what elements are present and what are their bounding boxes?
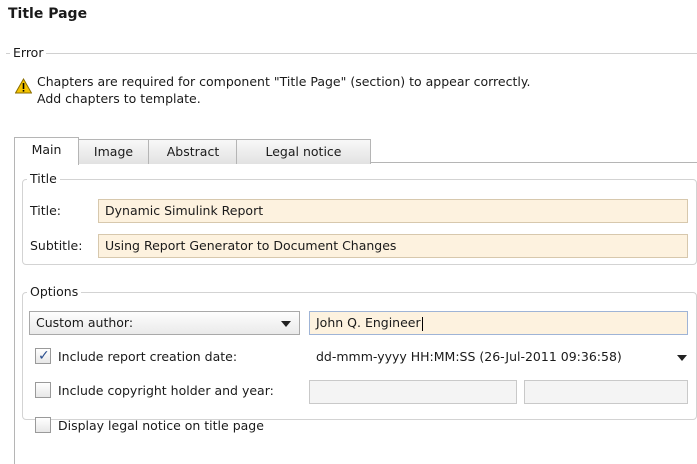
- tab-abstract[interactable]: Abstract: [148, 139, 238, 164]
- warning-icon: [15, 78, 32, 94]
- page-title: Title Page: [8, 6, 88, 22]
- legal-notice-label: Display legal notice on title page: [58, 418, 264, 433]
- include-date-label: Include report creation date:: [58, 349, 238, 364]
- subtitle-label: Subtitle:: [30, 238, 83, 253]
- error-message: Chapters are required for component "Tit…: [37, 73, 530, 107]
- title-legend: Title: [27, 171, 60, 186]
- author-select[interactable]: Custom author:: [29, 311, 300, 335]
- options-legend: Options: [27, 284, 82, 299]
- error-legend: Error: [10, 45, 47, 60]
- author-input[interactable]: John Q. Engineer: [309, 311, 688, 335]
- error-line-2: Add chapters to template.: [37, 91, 201, 106]
- include-date-checkbox[interactable]: ✓: [35, 348, 51, 364]
- legal-notice-checkbox[interactable]: [35, 417, 51, 433]
- chevron-down-icon: [677, 355, 687, 361]
- date-format-value: dd-mmm-yyyy HH:MM:SS (26-Jul-2011 09:36:…: [316, 349, 622, 364]
- tab-main[interactable]: Main: [14, 137, 79, 165]
- copyright-label: Include copyright holder and year:: [58, 383, 274, 398]
- copyright-checkbox[interactable]: [35, 382, 51, 398]
- subtitle-input[interactable]: Using Report Generator to Document Chang…: [98, 234, 688, 258]
- date-format-select[interactable]: dd-mmm-yyyy HH:MM:SS (26-Jul-2011 09:36:…: [309, 345, 692, 369]
- author-select-value: Custom author:: [36, 315, 134, 330]
- copyright-year-input[interactable]: [524, 380, 688, 404]
- error-group-border: [6, 53, 697, 54]
- tab-legal-notice[interactable]: Legal notice: [236, 139, 371, 164]
- author-input-value: John Q. Engineer: [316, 315, 421, 330]
- chevron-down-icon: [281, 321, 291, 327]
- checkmark-icon: ✓: [38, 348, 50, 364]
- title-input[interactable]: Dynamic Simulink Report: [98, 199, 688, 223]
- copyright-holder-input[interactable]: [309, 380, 517, 404]
- text-cursor: [421, 316, 423, 331]
- title-label: Title:: [30, 203, 61, 218]
- error-line-1: Chapters are required for component "Tit…: [37, 74, 531, 89]
- tab-image[interactable]: Image: [77, 139, 150, 164]
